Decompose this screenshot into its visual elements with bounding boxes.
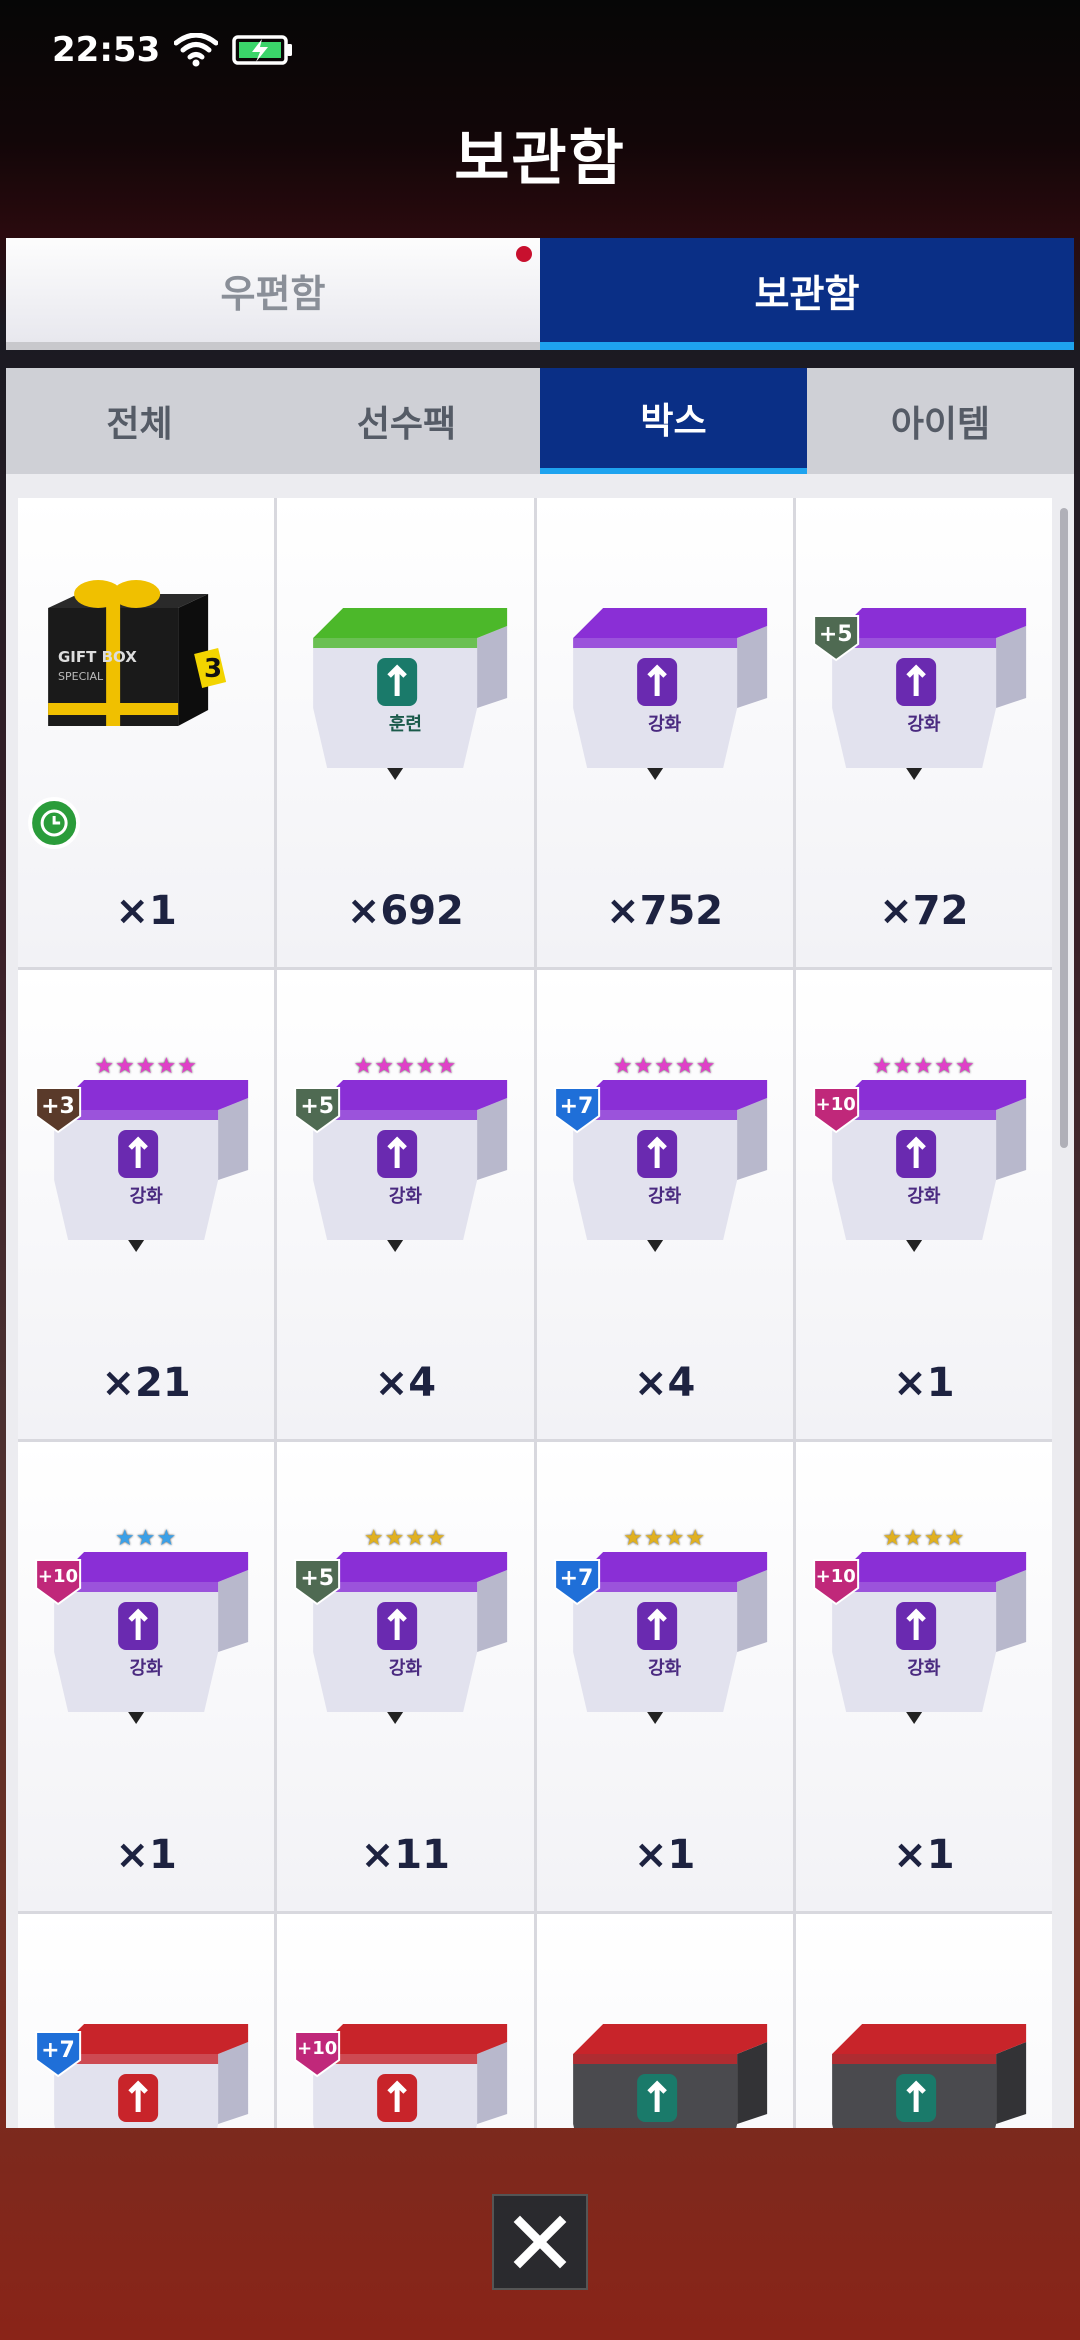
star-rating: ★★★★ bbox=[363, 1526, 447, 1551]
box-type-label: 훈련 bbox=[388, 714, 422, 735]
star-rating: ★★★★★ bbox=[94, 1054, 198, 1079]
storage-panel: 전체 선수팩 박스 아이템 GIFT BOX SPECIAL 3 ×1 훈련 ×692 강화… bbox=[6, 368, 1074, 2128]
item-quantity: ×4 bbox=[374, 1360, 437, 1406]
item-quantity: ×1 bbox=[893, 1832, 955, 1878]
box-item-cell[interactable]: 강화 +7 ★★★★ ×1 bbox=[536, 1442, 793, 1911]
item-quantity: ×752 bbox=[606, 888, 724, 934]
wifi-icon bbox=[174, 33, 219, 67]
item-quantity: ×1 bbox=[633, 1832, 696, 1878]
battery-charging-icon bbox=[232, 33, 294, 67]
enhance-level-badge: +10 bbox=[815, 1566, 856, 1587]
item-quantity: ×72 bbox=[879, 888, 969, 934]
enhance-level-badge: +10 bbox=[815, 1094, 856, 1115]
status-time: 22:53 bbox=[52, 30, 161, 70]
box-item-cell[interactable]: 훈련 ×692 bbox=[277, 498, 534, 967]
item-box-icon bbox=[35, 2024, 249, 2128]
close-button[interactable] bbox=[492, 2194, 588, 2290]
star-rating: ★★★★★ bbox=[353, 1054, 458, 1079]
enhance-level-badge: +5 bbox=[300, 1566, 335, 1591]
box-item-cell[interactable]: 강화 +3 ★★★★★ ×21 bbox=[18, 970, 275, 1439]
box-item-cell[interactable]: +7 bbox=[18, 1914, 275, 2128]
item-quantity: ×1 bbox=[115, 888, 177, 934]
star-rating: ★★★ bbox=[115, 1526, 178, 1551]
star-rating: ★★★★ bbox=[882, 1526, 966, 1551]
main-tabs: 우편함 보관함 bbox=[6, 238, 1074, 350]
star-rating: ★★★★★ bbox=[872, 1054, 976, 1079]
tab-mailbox[interactable]: 우편함 bbox=[6, 238, 540, 350]
subtab-box[interactable]: 박스 bbox=[540, 368, 807, 474]
box-type-label: 강화 bbox=[907, 1658, 941, 1679]
enhance-level-badge: +5 bbox=[818, 622, 853, 647]
tab-mailbox-label: 우편함 bbox=[220, 271, 326, 316]
enhance-level-badge: +7 bbox=[559, 1094, 594, 1119]
box-type-label: 강화 bbox=[388, 1186, 422, 1207]
gift-tag-number: 3 bbox=[204, 654, 223, 684]
gift-box-text: GIFT BOX bbox=[58, 648, 137, 666]
enhance-level-badge: +7 bbox=[559, 1566, 594, 1591]
item-quantity: ×1 bbox=[893, 1360, 955, 1406]
subtab-item[interactable]: 아이템 bbox=[807, 368, 1074, 474]
notification-dot bbox=[516, 246, 532, 262]
box-item-cell[interactable]: +10 bbox=[277, 1914, 534, 2128]
subtab-all[interactable]: 전체 bbox=[6, 368, 273, 474]
box-type-label: 강화 bbox=[648, 1186, 682, 1207]
box-item-cell[interactable] bbox=[795, 1914, 1052, 2128]
star-rating: ★★★★ bbox=[623, 1526, 707, 1551]
enhance-level-badge: +7 bbox=[41, 2038, 75, 2063]
box-item-cell[interactable]: 강화 +7 ★★★★★ ×4 bbox=[536, 970, 793, 1439]
star-rating: ★★★★★ bbox=[612, 1054, 717, 1079]
tab-storage[interactable]: 보관함 bbox=[540, 238, 1074, 350]
box-item-cell[interactable]: 강화 +5 ×72 bbox=[795, 498, 1052, 967]
enhance-level-badge: +5 bbox=[300, 1094, 335, 1119]
box-type-label: 강화 bbox=[129, 1658, 163, 1679]
box-item-cell[interactable]: 강화 +10 ★★★★ ×1 bbox=[795, 1442, 1052, 1911]
box-type-label: 강화 bbox=[388, 1658, 422, 1679]
item-grid: GIFT BOX SPECIAL 3 ×1 훈련 ×692 강화 ×752 강화 +5 ×72 강화 +… bbox=[18, 498, 1052, 2128]
tab-storage-label: 보관함 bbox=[754, 271, 860, 316]
box-item-cell[interactable] bbox=[536, 1914, 793, 2128]
box-type-label: 강화 bbox=[129, 1186, 163, 1207]
sub-tabs: 전체 선수팩 박스 아이템 bbox=[6, 368, 1074, 474]
box-item-cell[interactable]: 강화 +10 ★★★★★ ×1 bbox=[795, 970, 1052, 1439]
box-item-cell[interactable]: GIFT BOX SPECIAL 3 ×1 bbox=[18, 498, 275, 967]
item-box-icon bbox=[294, 2024, 508, 2128]
box-type-label: 강화 bbox=[907, 1186, 941, 1207]
subtab-player-pack[interactable]: 선수팩 bbox=[273, 368, 540, 474]
box-type-label: 강화 bbox=[648, 1658, 682, 1679]
box-item-cell[interactable]: 강화 ×752 bbox=[536, 498, 793, 967]
item-box-icon bbox=[572, 2024, 767, 2128]
item-quantity: ×11 bbox=[360, 1832, 450, 1878]
box-item-cell[interactable]: 강화 +5 ★★★★★ ×4 bbox=[277, 970, 534, 1439]
box-item-cell[interactable]: 강화 +10 ★★★ ×1 bbox=[18, 1442, 275, 1911]
box-type-label: 강화 bbox=[907, 714, 941, 735]
item-quantity: ×692 bbox=[346, 888, 464, 934]
gift-box-subtext: SPECIAL bbox=[58, 670, 104, 683]
scrollbar[interactable] bbox=[1060, 508, 1068, 1148]
enhance-level-badge: +10 bbox=[37, 1566, 79, 1587]
item-quantity: ×21 bbox=[101, 1360, 191, 1406]
box-item-cell[interactable]: 강화 +5 ★★★★ ×11 bbox=[277, 1442, 534, 1911]
page-title: 보관함 bbox=[454, 124, 626, 194]
item-box-icon bbox=[831, 2024, 1026, 2128]
item-quantity: ×1 bbox=[115, 1832, 177, 1878]
enhance-level-badge: +10 bbox=[297, 2038, 338, 2059]
status-bar: 22:53 bbox=[0, 0, 1080, 100]
enhance-level-badge: +3 bbox=[41, 1094, 75, 1119]
item-quantity: ×4 bbox=[633, 1360, 696, 1406]
close-icon bbox=[513, 2215, 567, 2269]
box-type-label: 강화 bbox=[648, 714, 682, 735]
